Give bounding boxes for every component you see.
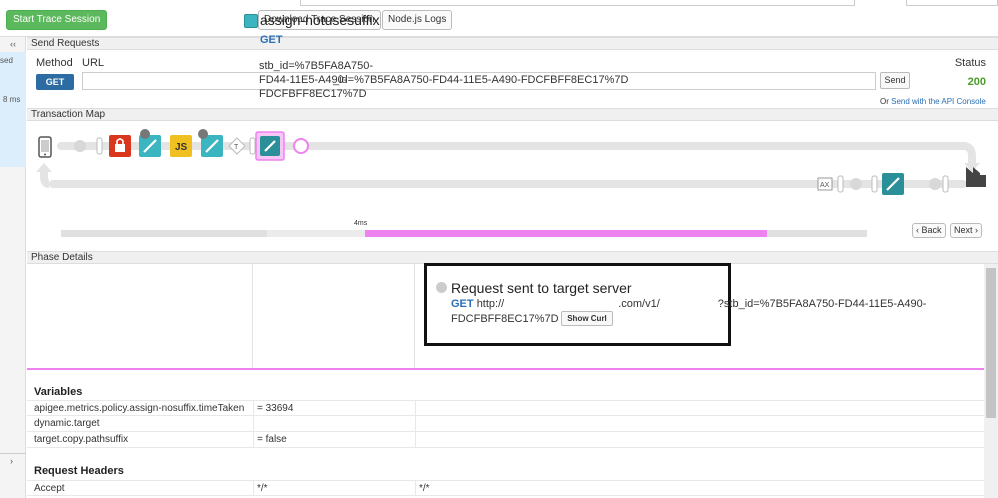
policy-url: stb_id=%7B5FA8A750-FD44-11E5-A490-FDCFBF…	[259, 60, 374, 100]
top-input-right[interactable]	[906, 0, 998, 6]
method-label: Method	[36, 57, 73, 69]
back-button[interactable]: ‹ Back	[912, 223, 946, 238]
flow-bracket	[96, 137, 103, 155]
or-text: Or	[880, 97, 889, 106]
transaction-list-panel: ‹‹ sed 8 ms ›	[0, 37, 26, 498]
flow-arrow-up-icon	[36, 163, 52, 172]
variable-key: target.copy.pathsuffix	[34, 434, 129, 445]
analytics-policy-icon: AX	[817, 177, 833, 191]
variable-key: apigee.metrics.policy.assign-nosuffix.ti…	[34, 403, 245, 414]
request-url-start: http://	[476, 298, 505, 310]
timeline-label: 4ms	[354, 220, 368, 227]
phase-column-empty	[27, 264, 253, 368]
response-policy-icon	[882, 173, 904, 195]
request-url-line2: FDCFBFF8EC17%7D	[451, 313, 559, 325]
variable-value: = 33694	[257, 403, 294, 414]
policy-edit-icon	[244, 14, 258, 28]
collapse-panel-icon[interactable]: ‹‹	[10, 39, 16, 49]
timeline-active-segment	[365, 230, 767, 237]
api-console-link[interactable]: Send with the API Console	[891, 97, 986, 106]
assign-message-policy-icon	[139, 129, 161, 157]
flow-dot-2	[929, 178, 941, 190]
top-input-left[interactable]	[300, 0, 855, 6]
timeline-segment-2	[267, 230, 365, 237]
request-method: GET	[451, 298, 474, 310]
variable-key: dynamic.target	[34, 418, 100, 429]
ax-label: AX	[820, 182, 830, 189]
variables-title: Variables	[34, 386, 83, 398]
request-url-mid: .com/v1/	[618, 298, 660, 310]
client-phone-icon	[38, 136, 52, 158]
request-headers-title: Request Headers	[34, 465, 124, 477]
send-button[interactable]: Send	[880, 72, 910, 89]
request-status-dot-icon	[436, 282, 447, 293]
scrollbar-thumb[interactable]	[986, 268, 996, 418]
flow-bracket-5	[837, 175, 844, 193]
table-row: apigee.metrics.policy.assign-nosuffix.ti…	[27, 400, 984, 416]
security-policy-icon	[109, 135, 131, 157]
url-label: URL	[82, 57, 105, 69]
table-row: target.copy.pathsuffix = false	[27, 432, 984, 448]
request-url-line: GET http:// .com/v1/ ?stb_id=%7B5FA8A750-F…	[451, 298, 926, 310]
flow-turn-right	[962, 142, 976, 165]
flow-bracket-2	[249, 137, 256, 155]
divider	[0, 453, 26, 454]
header-value: */*	[257, 483, 268, 494]
js-label: JS	[175, 142, 188, 153]
status-code: 200	[967, 76, 986, 88]
transaction-map: JS T AX 4ms	[27, 121, 998, 249]
assign-message-policy-icon-2	[198, 129, 223, 157]
show-curl-button[interactable]: Show Curl	[561, 311, 613, 326]
flow-dot-3	[850, 178, 862, 190]
flow-bracket-3	[942, 175, 949, 193]
selected-transaction-item[interactable]	[0, 52, 26, 167]
expand-panel-icon[interactable]: ›	[10, 456, 13, 466]
header-key: Accept	[34, 483, 65, 494]
next-button[interactable]: Next ›	[950, 223, 983, 238]
header-value-2: */*	[419, 483, 430, 494]
table-row: dynamic.target	[27, 416, 984, 432]
factory-target-icon	[966, 167, 986, 187]
phase-column-policy	[253, 264, 415, 368]
timeline-segment	[61, 230, 267, 237]
timeline-segment-3	[767, 230, 867, 237]
flow-bracket-4	[871, 175, 878, 193]
send-requests-header: Send Requests	[27, 37, 998, 50]
request-url-end: ?stb_id=%7B5FA8A750-FD44-11E5-A490-	[717, 298, 927, 310]
toolbar: Start Trace Session Download Trace Sessi…	[0, 0, 998, 37]
target-condition-icon: T	[228, 137, 246, 155]
api-console-hint: Or Send with the API Console	[880, 97, 986, 106]
t-label: T	[234, 144, 239, 151]
flow-dot	[74, 140, 86, 152]
start-trace-button[interactable]: Start Trace Session	[6, 10, 108, 30]
current-position-dot	[293, 138, 309, 154]
request-title: Request sent to target server	[451, 280, 632, 296]
policy-method: GET	[260, 34, 283, 46]
request-flow-track	[57, 142, 969, 150]
transaction-map-svg: JS T AX 4ms	[36, 129, 986, 237]
javascript-policy-icon: JS	[170, 135, 192, 157]
transaction-item-text: sed	[0, 56, 13, 65]
selected-policy-icon	[255, 131, 285, 161]
variable-value: = false	[257, 434, 287, 445]
nodejs-logs-button[interactable]: Node.js Logs	[382, 10, 453, 30]
transaction-item-time: 8 ms	[3, 95, 21, 104]
transaction-map-header: Transaction Map	[27, 108, 998, 121]
status-label: Status	[954, 57, 986, 69]
table-row: Accept */* */*	[27, 480, 984, 496]
method-select[interactable]: GET	[36, 74, 74, 90]
policy-title: assign-notusesuffix	[260, 12, 380, 28]
